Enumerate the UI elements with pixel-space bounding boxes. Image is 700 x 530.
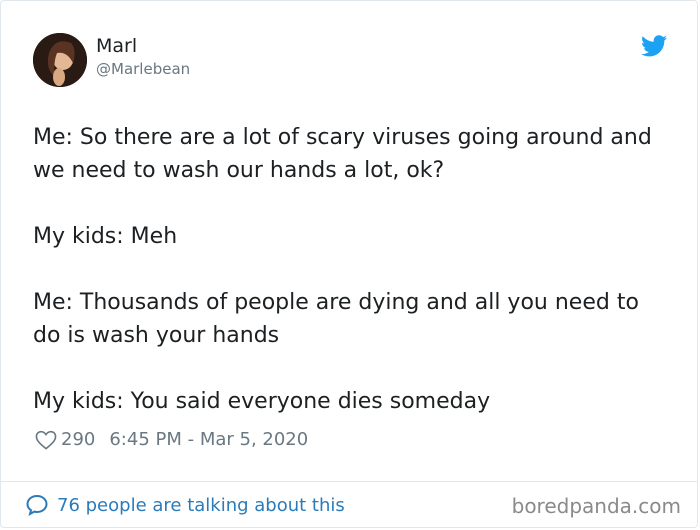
tweet-card: Marl @Marlebean Me: So there are a lot o… [0,0,698,528]
twitter-bird-icon[interactable] [641,35,667,57]
speech-bubble-icon [26,494,48,517]
like-count[interactable]: 290 [61,429,95,450]
tweet-line: Me: So there are a lot of scary viruses … [33,125,652,183]
tweet-line: Me: Thousands of people are dying and al… [33,290,639,348]
divider [1,481,697,482]
avatar[interactable] [33,33,87,87]
watermark: boredpanda.com [511,494,681,518]
tweet-line: My kids: Meh [33,224,178,249]
author-handle[interactable]: @Marlebean [96,60,190,78]
author-name[interactable]: Marl [96,35,137,57]
conversation-link[interactable]: 76 people are talking about this [25,493,345,517]
timestamp-link[interactable]: 6:45 PM - Mar 5, 2020 [109,429,308,450]
tweet-meta: 290 6:45 PM - Mar 5, 2020 [35,429,308,450]
heart-outline-icon[interactable] [35,430,57,450]
tweet-text: Me: So there are a lot of scary viruses … [33,121,667,451]
tweet-line: My kids: You said everyone dies someday [33,389,491,414]
conversation-label[interactable]: 76 people are talking about this [57,495,345,516]
